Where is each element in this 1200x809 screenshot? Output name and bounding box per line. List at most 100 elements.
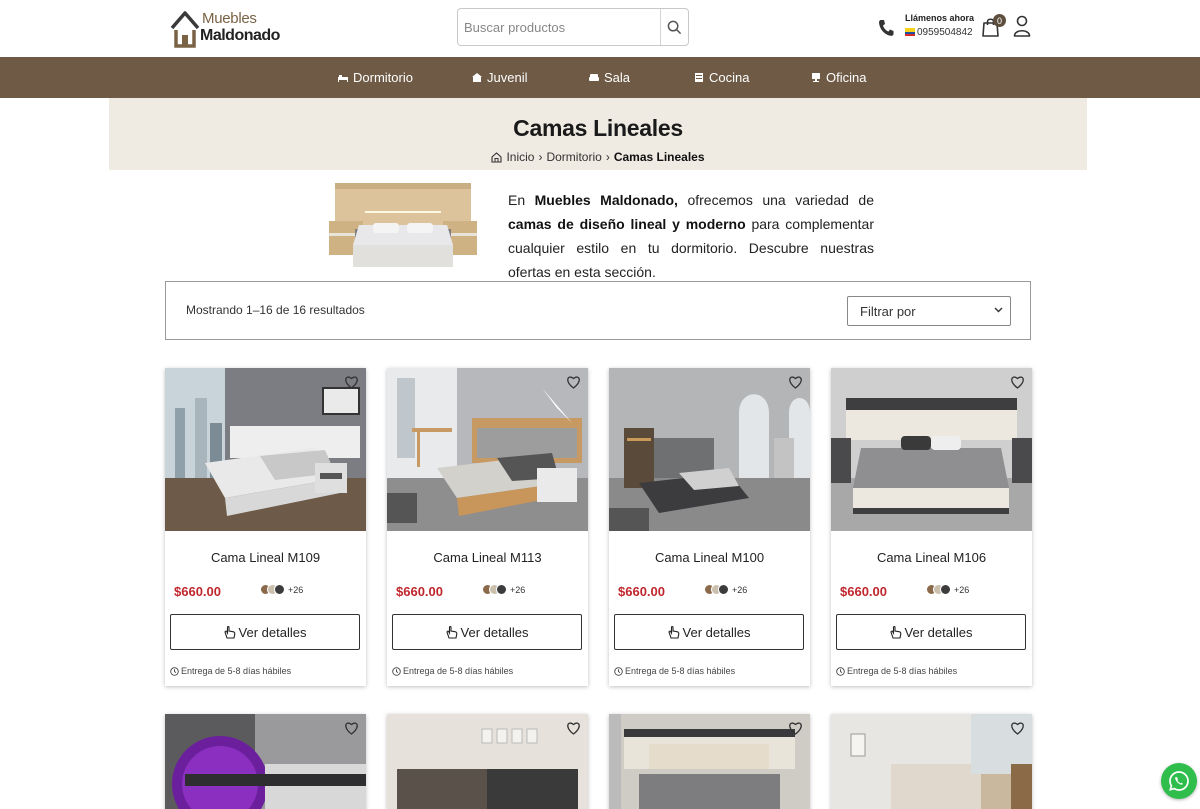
breadcrumb-inicio[interactable]: Inicio [506,150,534,164]
category-banner: Camas Lineales Inicio › Dormitorio › Cam… [109,98,1087,170]
page-title: Camas Lineales [513,115,683,141]
heart-icon[interactable] [344,375,359,389]
heart-icon[interactable] [788,721,803,735]
top-header: Muebles Maldonado Llámenos ahora 0959504… [0,0,1200,57]
product-image[interactable] [609,714,810,809]
view-details-button[interactable]: Ver detalles [170,614,360,650]
product-card[interactable] [609,714,810,809]
heart-icon[interactable] [566,721,581,735]
phone-icon[interactable] [878,19,894,37]
nav-item-sala[interactable]: Sala [589,57,630,98]
clock-icon [392,666,401,676]
heart-icon[interactable] [566,375,581,389]
product-card[interactable]: Cama Lineal M100 $660.00 +26 Ver detalle… [609,368,810,686]
product-name[interactable]: Cama Lineal M106 [831,550,1032,565]
product-card[interactable] [165,714,366,809]
delivery-info: Entrega de 5-8 días hábiles [392,666,513,676]
ecuador-flag-icon [905,28,915,36]
call-phone: 0959504842 [905,27,974,38]
heart-icon[interactable] [1010,721,1025,735]
search-input[interactable] [458,9,661,45]
nav-item-cocina[interactable]: Cocina [694,57,749,98]
product-image[interactable] [387,714,588,809]
heart-icon[interactable] [344,721,359,735]
product-card[interactable]: Cama Lineal M113 $660.00 +26 Ver detalle… [387,368,588,686]
breadcrumb-separator: › [538,150,543,164]
product-card[interactable] [387,714,588,809]
more-colors-count: +26 [732,584,748,595]
product-price: $660.00 [618,584,665,599]
breadcrumb: Inicio › Dormitorio › Camas Lineales [109,150,1087,164]
product-name[interactable]: Cama Lineal M113 [387,550,588,565]
home-icon[interactable] [491,151,503,163]
product-card[interactable] [831,714,1032,809]
whatsapp-button[interactable] [1161,763,1197,799]
kitchen-icon [695,73,703,82]
color-swatches[interactable]: +26 [926,584,969,595]
product-card[interactable]: Cama Lineal M106 $660.00 +26 Ver detalle… [831,368,1032,686]
color-swatch[interactable] [940,584,951,595]
product-name[interactable]: Cama Lineal M109 [165,550,366,565]
site-logo[interactable]: Muebles Maldonado [170,8,280,48]
user-account-icon[interactable] [1013,15,1031,37]
view-details-label: Ver detalles [682,624,751,640]
call-us[interactable]: Llámenos ahora 0959504842 [905,13,974,38]
clock-icon [614,666,623,676]
call-label: Llámenos ahora [905,13,975,23]
more-colors-count: +26 [288,584,304,595]
delivery-text: Entrega de 5-8 días hábiles [403,666,514,676]
product-image[interactable] [609,368,810,531]
breadcrumb-dormitorio[interactable]: Dormitorio [546,150,601,164]
delivery-info: Entrega de 5-8 días hábiles [170,666,291,676]
view-details-button[interactable]: Ver detalles [614,614,804,650]
product-card[interactable]: Cama Lineal M109 $660.00 +26 Ver detalle… [165,368,366,686]
color-swatches[interactable]: +26 [482,584,525,595]
product-image[interactable] [831,714,1032,809]
hand-pointer-icon [889,625,901,639]
color-swatch[interactable] [718,584,729,595]
teen-icon [472,73,482,82]
nav-label: Oficina [826,70,867,85]
product-image[interactable] [831,368,1032,531]
delivery-text: Entrega de 5-8 días hábiles [847,666,958,676]
sofa-icon [589,74,599,81]
view-details-label: Ver detalles [904,624,973,640]
results-toolbar: Mostrando 1–16 de 16 resultados Filtrar … [165,281,1031,340]
nav-label: Dormitorio [353,70,413,85]
filter-select[interactable]: Filtrar por [847,296,1011,326]
view-details-label: Ver detalles [460,624,529,640]
category-description: En Muebles Maldonado, ofrecemos una vari… [508,192,874,280]
heart-icon[interactable] [788,375,803,389]
breadcrumb-separator: › [605,150,610,164]
nav-item-oficina[interactable]: Oficina [811,57,866,98]
nav-item-juvenil[interactable]: Juvenil [472,57,527,98]
nav-label: Sala [604,70,631,85]
product-image[interactable] [165,368,366,531]
cart-count-badge: 0 [993,14,1006,27]
product-image[interactable] [387,368,588,531]
view-details-label: Ver detalles [238,624,307,640]
clock-icon [836,666,845,676]
color-swatch[interactable] [274,584,285,595]
delivery-text: Entrega de 5-8 días hábiles [625,666,736,676]
nav-label: Cocina [709,70,750,85]
delivery-info: Entrega de 5-8 días hábiles [836,666,957,676]
product-name[interactable]: Cama Lineal M100 [609,550,810,565]
whatsapp-icon [1169,771,1189,791]
color-swatches[interactable]: +26 [704,584,747,595]
filter-select-value: Filtrar por [860,303,916,319]
color-swatches[interactable]: +26 [260,584,303,595]
view-details-button[interactable]: Ver detalles [836,614,1026,650]
hand-pointer-icon [667,625,679,639]
bed-icon [338,75,348,82]
search-button[interactable] [660,9,688,45]
view-details-button[interactable]: Ver detalles [392,614,582,650]
color-swatch[interactable] [496,584,507,595]
product-image[interactable] [165,714,366,809]
heart-icon[interactable] [1010,375,1025,389]
delivery-text: Entrega de 5-8 días hábiles [181,666,292,676]
more-colors-count: +26 [954,584,970,595]
nav-item-dormitorio[interactable]: Dormitorio [338,57,413,98]
product-price: $660.00 [396,584,443,599]
category-intro-image [329,181,477,270]
